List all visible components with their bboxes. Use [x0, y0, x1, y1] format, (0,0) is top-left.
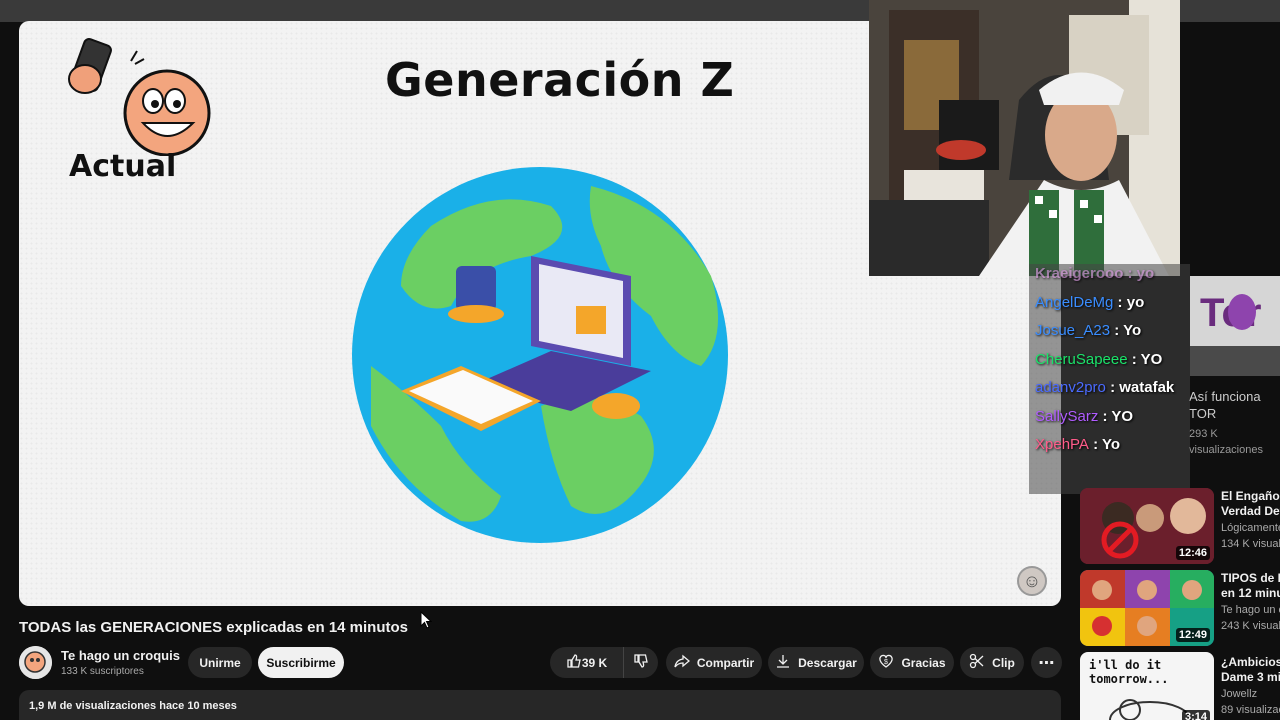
- chat-text: YO: [1140, 351, 1163, 368]
- rec3-title-line1[interactable]: ¿Ambicios: [1221, 655, 1280, 670]
- chat-separator: :: [1127, 351, 1141, 368]
- like-count: 39 K: [581, 655, 608, 670]
- download-button[interactable]: Descargar: [768, 647, 864, 678]
- subscribe-button[interactable]: Suscribirme: [258, 647, 344, 678]
- recommended-meta-1: Lógicamente 134 K visualiz: [1221, 520, 1280, 552]
- duration-badge: 3:14: [1181, 710, 1210, 720]
- thumbs-up-icon: [566, 653, 582, 672]
- join-button[interactable]: Unirme: [188, 647, 252, 678]
- tor-video-meta: 293 K visualizaciones: [1189, 426, 1263, 458]
- chat-username[interactable]: XpehPA: [1035, 436, 1089, 453]
- chat-text: YO: [1111, 408, 1134, 425]
- recommended-meta-3: Jowellz 89 visualizac: [1221, 686, 1280, 718]
- more-actions-button[interactable]: ⋯: [1031, 647, 1062, 678]
- share-label: Compartir: [696, 655, 755, 670]
- clip-button[interactable]: Clip: [960, 647, 1024, 678]
- tor-views-label: visualizaciones: [1189, 444, 1263, 456]
- rec2-channel[interactable]: Te hago un cr: [1221, 602, 1280, 618]
- channel-watermark-icon[interactable]: ☺: [1017, 566, 1047, 596]
- channel-name[interactable]: Te hago un croquis: [61, 648, 180, 663]
- chat-message-partial: Kraeigerooo : yo: [1035, 265, 1155, 282]
- rec2-views: 243 K visualiz: [1221, 620, 1280, 632]
- chat-separator: :: [1098, 408, 1112, 425]
- channel-avatar[interactable]: [19, 646, 52, 679]
- globe-illustration: [352, 167, 728, 543]
- video-title: TODAS las GENERACIONES explicadas en 14 …: [19, 619, 409, 636]
- chat-text: Yo: [1123, 322, 1142, 339]
- recommended-thumbnail-1[interactable]: 12:46: [1080, 488, 1214, 564]
- chat-message: Josue_A23 : Yo: [1035, 322, 1141, 339]
- channel-subscribers: 133 K suscriptores: [61, 666, 144, 677]
- rec1-views: 134 K visualiz: [1221, 538, 1280, 550]
- clip-icon: [969, 653, 985, 672]
- rec3-channel[interactable]: Jowellz: [1221, 686, 1280, 702]
- rec1-title-line1[interactable]: El Engaño d: [1221, 489, 1280, 504]
- chat-username[interactable]: AngelDeMg: [1035, 294, 1113, 311]
- share-button[interactable]: Compartir: [666, 647, 762, 678]
- recommended-title-3[interactable]: ¿Ambicios Dame 3 min: [1221, 655, 1280, 685]
- chat-separator: :: [1105, 379, 1120, 396]
- chat-username[interactable]: SallySarz: [1035, 408, 1098, 425]
- chat-message: adanv2pro : watafak: [1035, 379, 1174, 396]
- like-button[interactable]: 39 K: [550, 647, 624, 678]
- chat-text: watafak: [1119, 379, 1175, 396]
- clip-label: Clip: [992, 655, 1015, 670]
- chat-text: yo: [1126, 294, 1145, 311]
- thanks-icon: $: [878, 653, 894, 672]
- chat-message: SallySarz : YO: [1035, 408, 1133, 425]
- tor-views: 293 K: [1189, 428, 1218, 440]
- svg-text:$: $: [884, 659, 888, 666]
- rec1-channel[interactable]: Lógicamente: [1221, 520, 1280, 536]
- phone-character-illustration: [68, 38, 211, 156]
- live-chat-overlay: Kraeigerooo : yo AngelDeMg : yo Josue_A23…: [1029, 264, 1190, 494]
- rec3-views: 89 visualizac: [1221, 704, 1280, 716]
- thanks-label: Gracias: [901, 655, 946, 670]
- download-label: Descargar: [798, 655, 857, 670]
- rec2-title-line1[interactable]: TIPOS de H: [1221, 571, 1280, 586]
- duration-badge: 12:46: [1175, 546, 1210, 560]
- download-icon: [775, 653, 791, 672]
- recommended-title-1[interactable]: El Engaño d Verdad Detr: [1221, 489, 1280, 519]
- tor-thumbnail[interactable]: Tor: [1190, 276, 1280, 376]
- chat-separator: :: [1110, 322, 1124, 339]
- chat-username[interactable]: adanv2pro: [1035, 379, 1106, 396]
- dislike-button[interactable]: [624, 653, 658, 672]
- like-dislike-group: 39 K: [550, 647, 658, 678]
- mouse-cursor-icon: [420, 611, 432, 629]
- rec3-title-line2[interactable]: Dame 3 min: [1221, 670, 1280, 685]
- chat-message: CheruSapeee : YO: [1035, 351, 1162, 368]
- chat-message: AngelDeMg : yo: [1035, 294, 1144, 311]
- chat-username[interactable]: Josue_A23: [1035, 322, 1110, 339]
- views-and-date: 1,9 M de visualizaciones hace 10 meses: [29, 700, 237, 712]
- rec2-title-line2[interactable]: en 12 minut: [1221, 586, 1280, 601]
- recommended-title-2[interactable]: TIPOS de H en 12 minut: [1221, 571, 1280, 601]
- chat-separator: :: [1113, 294, 1127, 311]
- thumbs-down-icon: [633, 653, 649, 672]
- tor-title-line2[interactable]: TOR: [1189, 405, 1261, 422]
- chat-text: Yo: [1102, 436, 1121, 453]
- thanks-button[interactable]: $ Gracias: [870, 647, 954, 678]
- duration-badge: 12:49: [1175, 628, 1210, 642]
- chat-separator: :: [1088, 436, 1102, 453]
- slide-label: Actual: [69, 149, 177, 184]
- streamer-webcam: [869, 0, 1180, 276]
- chat-message: XpehPA : Yo: [1035, 436, 1120, 453]
- slide-title: Generación Z: [385, 53, 735, 107]
- tor-video-title[interactable]: Así funciona TOR: [1189, 388, 1261, 422]
- rec1-title-line2[interactable]: Verdad Detr: [1221, 504, 1280, 519]
- recommended-thumbnail-2[interactable]: 12:49: [1080, 570, 1214, 646]
- recommended-thumbnail-3[interactable]: i'll do it tomorrow... 3:14: [1080, 652, 1214, 720]
- recommended-meta-2: Te hago un cr 243 K visualiz: [1221, 602, 1280, 634]
- share-icon: [674, 653, 690, 672]
- more-icon: ⋯: [1038, 654, 1055, 672]
- tor-title-line1[interactable]: Así funciona: [1189, 388, 1261, 405]
- chat-username[interactable]: CheruSapeee: [1035, 351, 1128, 368]
